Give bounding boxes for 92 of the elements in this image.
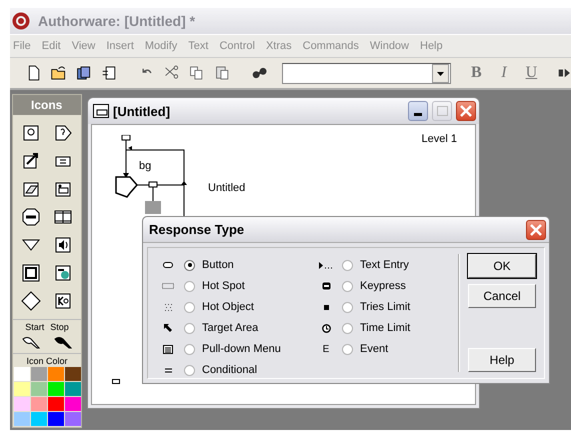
menu-item[interactable]: View [72,40,96,52]
interaction-icon[interactable] [53,123,73,143]
option-label: Pull-down Menu [202,343,281,355]
square-icon [324,304,328,310]
color-swatch[interactable] [64,397,80,411]
sound-icon[interactable] [53,235,73,255]
menu-item[interactable]: File [13,40,31,52]
menu-item[interactable]: Xtras [266,40,292,52]
radio-button[interactable] [184,302,195,312]
menu-icon [163,344,173,354]
menu-item[interactable]: Text [188,40,208,52]
option-label: Hot Object [202,301,254,313]
dialog-button[interactable]: Cancel [468,284,536,308]
radio-button[interactable] [184,260,195,270]
menu-item[interactable]: Modify [144,40,178,52]
dialog-button[interactable]: OK [468,254,536,278]
dialog-title: Response Type [149,222,244,237]
menu-item[interactable]: Control [219,40,255,52]
radio-button[interactable] [184,344,195,354]
option-label: Text Entry [360,259,409,271]
response-label: bg [139,160,152,172]
minimize-button[interactable] [408,101,428,121]
color-swatch[interactable] [48,367,64,381]
option-label: Hot Spot [202,280,245,292]
radio-button[interactable] [342,302,353,312]
keyboard-icon [322,282,330,290]
font-dropdown[interactable] [282,62,451,84]
button-type-icon [163,262,173,268]
close-button[interactable] [526,220,546,240]
menu-item[interactable]: Edit [42,40,61,52]
radio-button[interactable] [184,322,195,334]
color-swatch[interactable] [64,412,80,426]
color-swatch[interactable] [48,397,64,411]
format-button[interactable]: U [524,64,540,82]
option-label: Conditional [202,364,258,376]
option-label: Keypress [360,280,406,292]
option-label: Event [360,343,388,355]
menu-item[interactable]: Window [370,40,409,52]
radio-button[interactable] [184,364,195,376]
equals-icon [164,368,172,372]
display-icon[interactable] [21,123,41,143]
clock-icon [322,324,330,332]
window-title: Authorware: [Untitled] * [38,13,196,29]
maximize-icon [436,106,448,116]
flowline-end-icon [112,379,120,384]
option-label: Tries Limit [360,301,410,313]
logo-icon [12,12,30,30]
color-swatch[interactable] [64,382,80,396]
color-swatch[interactable] [30,367,46,381]
menu-item[interactable]: Commands [302,40,359,52]
text-entry-icon [319,262,333,268]
close-icon [460,105,472,117]
color-swatch[interactable] [30,412,46,426]
color-swatch[interactable] [14,382,30,396]
radio-button[interactable] [342,322,353,334]
radio-button[interactable] [342,344,353,354]
color-swatch[interactable] [14,397,30,411]
color-swatch[interactable] [48,382,64,396]
arrow-icon [164,324,172,332]
minimize-icon [414,113,422,116]
close-button[interactable] [456,101,476,121]
event-symbol: E [322,344,330,354]
window-title: [Untitled] [113,104,170,118]
option-label: Button [202,259,234,271]
hot-object-icon [164,302,172,312]
color-swatch[interactable] [14,412,30,426]
stop-label: Stop [50,322,69,332]
option-label: Target Area [202,322,258,334]
palette-title: Icons [13,95,81,115]
radio-button[interactable] [342,280,353,292]
color-swatch[interactable] [64,367,80,381]
color-swatch[interactable] [30,397,46,411]
diamond-icon[interactable] [21,291,41,311]
map-icon [93,104,109,118]
radio-button[interactable] [184,280,195,292]
radio-button[interactable] [342,260,353,270]
icon-color-label: Icon Color [26,355,68,367]
hot-spot-icon [162,283,174,289]
close-icon [530,224,542,236]
icon-title-label: Untitled [208,182,246,194]
format-button[interactable]: B [468,64,484,82]
color-swatch[interactable] [14,367,30,381]
color-swatch[interactable] [30,382,46,396]
menu-item[interactable]: Insert [106,40,134,52]
frame-icon[interactable] [21,263,41,283]
level-label: Level 1 [422,133,457,145]
dialog-button[interactable]: Help [468,348,536,372]
menu-item[interactable]: Help [420,40,443,52]
option-label: Time Limit [360,322,410,334]
start-label: Start [25,322,44,332]
format-button[interactable]: I [496,64,512,82]
color-swatch[interactable] [48,412,64,426]
